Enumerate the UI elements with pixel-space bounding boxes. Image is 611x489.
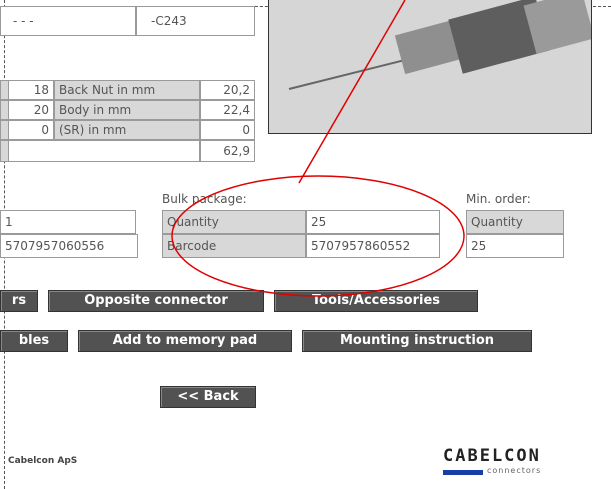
add-to-memory-pad-button[interactable]: Add to memory pad [78, 330, 292, 352]
dim-total: 62,9 [200, 140, 255, 162]
top-left-cell: - - - [0, 6, 136, 36]
dim-value: 0 [200, 120, 255, 140]
dim-value-left: 0 [8, 120, 54, 140]
bulk-barcode-label: Barcode [162, 234, 306, 258]
logo-subtext: connectors [487, 466, 542, 475]
bulk-barcode-value: 5707957860552 [306, 234, 440, 258]
unit-barcode: 5707957060556 [0, 234, 138, 258]
company-name: Cabelcon ApS [8, 456, 78, 466]
dim-total-spacer [8, 140, 200, 162]
dim-value: 22,4 [200, 100, 255, 120]
opposite-connector-button[interactable]: Opposite connector [48, 290, 264, 312]
logo-text: CABELCON [443, 446, 541, 466]
related-cables-button[interactable]: bles [0, 330, 68, 352]
unit-quantity: 1 [0, 210, 136, 234]
bulk-quantity-value: 25 [306, 210, 440, 234]
min-order-quantity-value: 25 [466, 234, 564, 258]
min-order-title: Min. order: [466, 192, 531, 206]
dim-value-left: 20 [8, 100, 54, 120]
dim-value-left: 18 [8, 80, 54, 100]
bulk-quantity-label: Quantity [162, 210, 306, 234]
dim-value: 20,2 [200, 80, 255, 100]
min-order-quantity-label: Quantity [466, 210, 564, 234]
dim-label: Back Nut in mm [54, 80, 200, 100]
cabelcon-logo[interactable]: CABELCON connectors [443, 446, 569, 482]
dim-label: (SR) in mm [54, 120, 200, 140]
product-photo [268, 0, 592, 134]
back-button[interactable]: << Back [160, 386, 256, 408]
mounting-instruction-button[interactable]: Mounting instruction [302, 330, 532, 352]
bulk-package-title: Bulk package: [162, 192, 247, 206]
product-code-cell: -C243 [136, 6, 255, 36]
related-connectors-button[interactable]: rs [0, 290, 38, 312]
dim-label: Body in mm [54, 100, 200, 120]
tools-accessories-button[interactable]: Tools/Accessories [274, 290, 478, 312]
logo-bar [443, 470, 483, 475]
